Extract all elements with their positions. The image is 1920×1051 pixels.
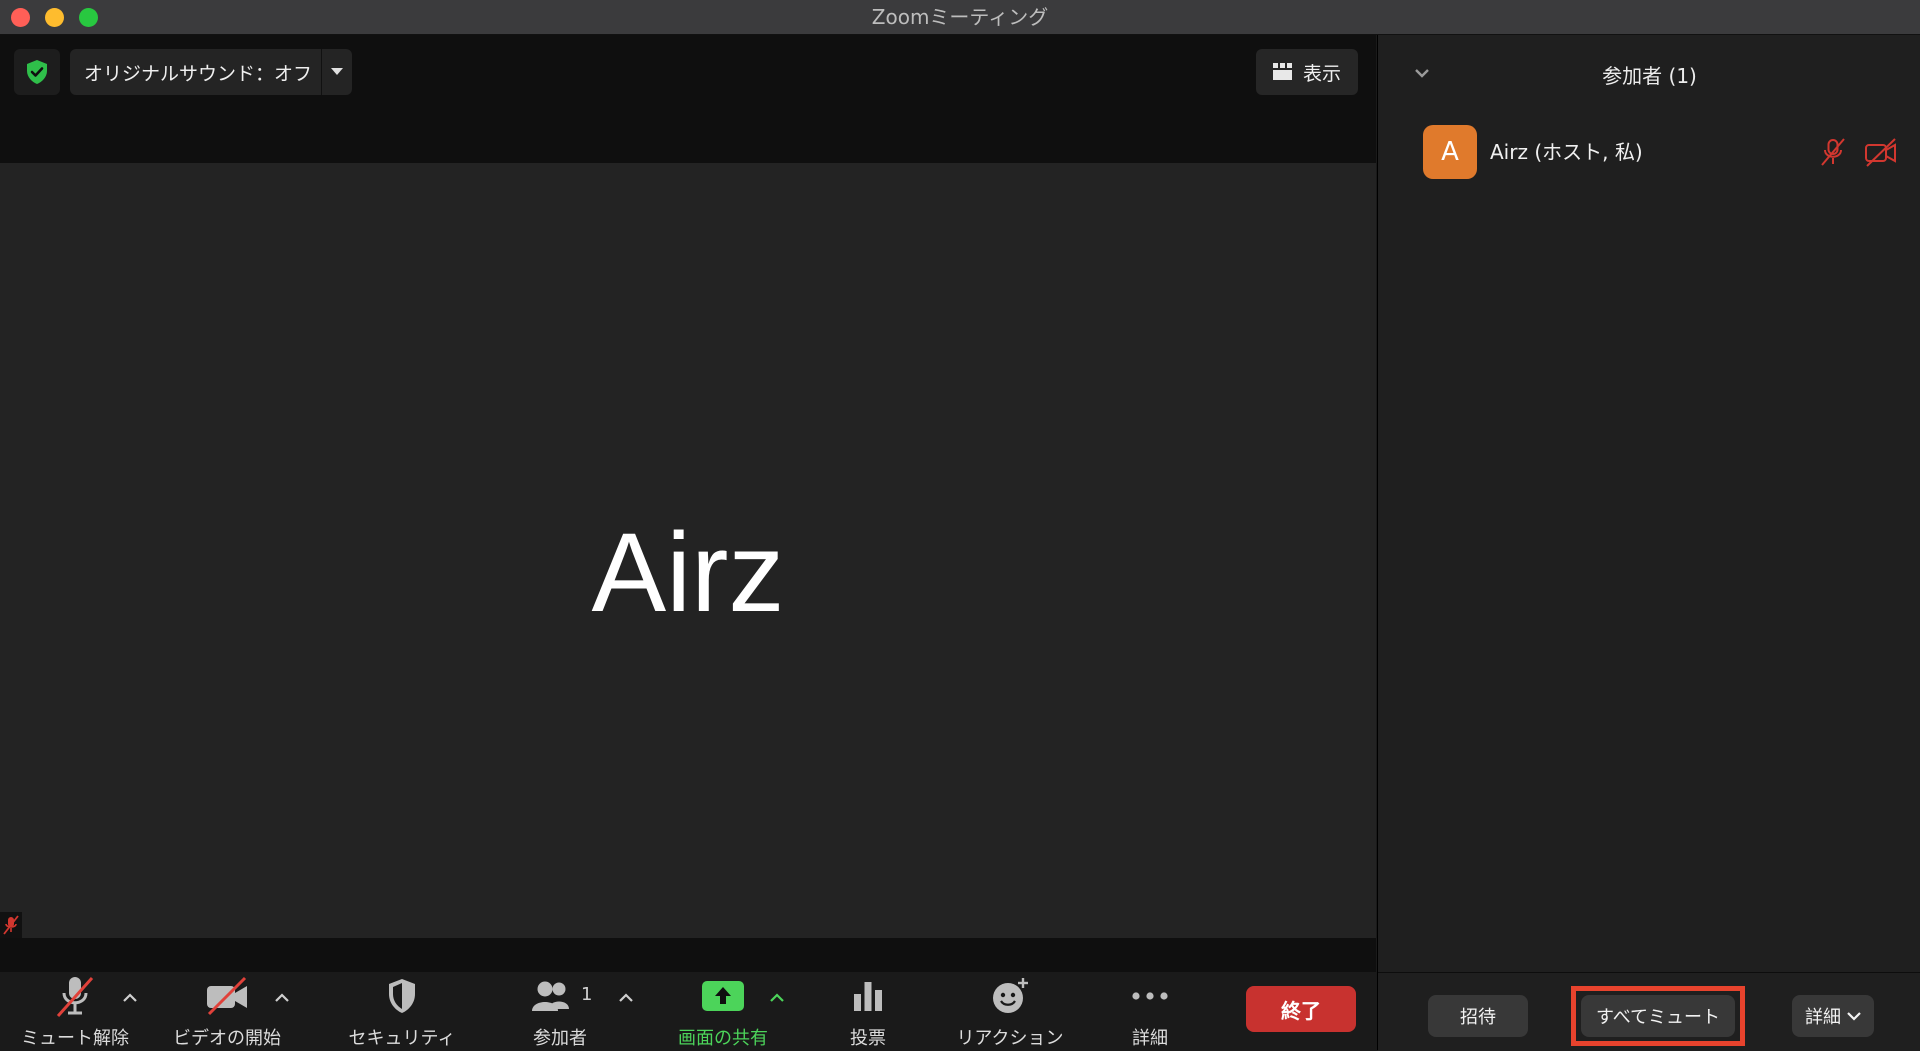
polling-button[interactable]: 投票 (828, 972, 908, 1050)
share-screen-icon (702, 981, 744, 1011)
participants-icon (532, 981, 569, 1011)
view-label: 表示 (1302, 62, 1341, 85)
muted-mic-icon (56, 976, 94, 1018)
audio-options-button[interactable] (120, 990, 140, 1004)
grid-view-icon (1272, 63, 1292, 80)
chevron-up-icon (275, 992, 289, 1002)
start-video-label: ビデオの開始 (173, 1028, 281, 1049)
chevron-up-icon (770, 992, 784, 1002)
original-sound-toggle[interactable]: オリジナルサウンド：オフ (70, 49, 352, 95)
end-meeting-button[interactable]: 終了 (1246, 986, 1356, 1032)
original-sound-label: オリジナルサウンド：オフ (84, 62, 313, 85)
video-off-icon (1865, 138, 1896, 167)
panel-footer: 招待 すべてミュート 詳細 (1378, 972, 1920, 1051)
start-video-button[interactable]: ビデオの開始 (168, 972, 286, 1050)
reactions-button[interactable]: リアクション (944, 972, 1076, 1050)
share-screen-button[interactable]: 画面の共有 (672, 972, 774, 1050)
invite-button[interactable]: 招待 (1428, 995, 1528, 1037)
shield-check-icon (27, 60, 47, 84)
participant-row[interactable]: A Airz (ホスト, 私) (1423, 125, 1896, 181)
panel-title: 参加者 (1) (1602, 64, 1697, 88)
share-screen-label: 画面の共有 (678, 1028, 768, 1049)
panel-more-button[interactable]: 詳細 (1792, 995, 1874, 1037)
participant-video-off-button[interactable] (1864, 137, 1898, 167)
security-button[interactable]: セキュリティ (340, 972, 464, 1050)
bar-chart-icon (854, 982, 882, 1011)
unmute-button[interactable]: ミュート解除 (14, 972, 136, 1050)
reactions-label: リアクション (956, 1028, 1064, 1049)
avatar: A (1423, 125, 1477, 179)
video-options-button[interactable] (272, 990, 292, 1004)
emoji-add-icon (993, 978, 1028, 1013)
participants-button[interactable]: 1 参加者 (525, 972, 595, 1050)
encryption-shield-button[interactable] (14, 49, 60, 95)
invite-label: 招待 (1460, 1007, 1496, 1028)
chevron-up-icon (619, 992, 633, 1002)
mute-all-highlight (1571, 986, 1745, 1046)
participant-muted-button[interactable] (1818, 137, 1848, 167)
meeting-toolbar: ミュート解除 ビデオの開始 セキュリティ 1 参加者 画面の共有 投票 リアクシ… (0, 972, 1376, 1050)
more-label: 詳細 (1132, 1028, 1168, 1049)
window-title: Zoomミーティング (871, 5, 1049, 29)
muted-mic-icon (3, 915, 19, 935)
caret-down-icon (331, 68, 343, 75)
polling-label: 投票 (850, 1028, 886, 1049)
participants-options-button[interactable] (616, 990, 636, 1004)
video-off-icon (207, 976, 247, 1016)
view-button[interactable]: 表示 (1256, 49, 1358, 95)
chevron-up-icon (123, 992, 137, 1002)
shield-icon (389, 979, 415, 1013)
active-speaker-tile: Airz (0, 163, 1376, 938)
participants-count: 1 (581, 984, 593, 1005)
tile-muted-indicator (0, 912, 22, 938)
panel-more-label: 詳細 (1805, 1007, 1841, 1028)
more-button[interactable]: 詳細 (1110, 972, 1190, 1050)
unmute-label: ミュート解除 (21, 1028, 129, 1049)
security-label: セキュリティ (348, 1028, 456, 1049)
share-options-button[interactable] (767, 990, 787, 1004)
more-dots-icon (1132, 992, 1168, 1000)
participants-label: 参加者 (533, 1028, 587, 1049)
muted-mic-icon (1821, 138, 1845, 166)
participant-name: Airz (ホスト, 私) (1490, 140, 1643, 164)
speaker-name: Airz (591, 510, 785, 635)
original-sound-dropdown[interactable] (321, 49, 352, 95)
title-bar: Zoomミーティング (0, 0, 1920, 35)
chevron-down-icon (1847, 1012, 1861, 1021)
participants-panel: 参加者 (1) A Airz (ホスト, 私) 招待 すべてミュート 詳細 (1377, 35, 1920, 1051)
meeting-area: オリジナルサウンド：オフ 表示 Airz ミュート解除 ビデオの開始 セキュリテ… (0, 35, 1376, 1050)
